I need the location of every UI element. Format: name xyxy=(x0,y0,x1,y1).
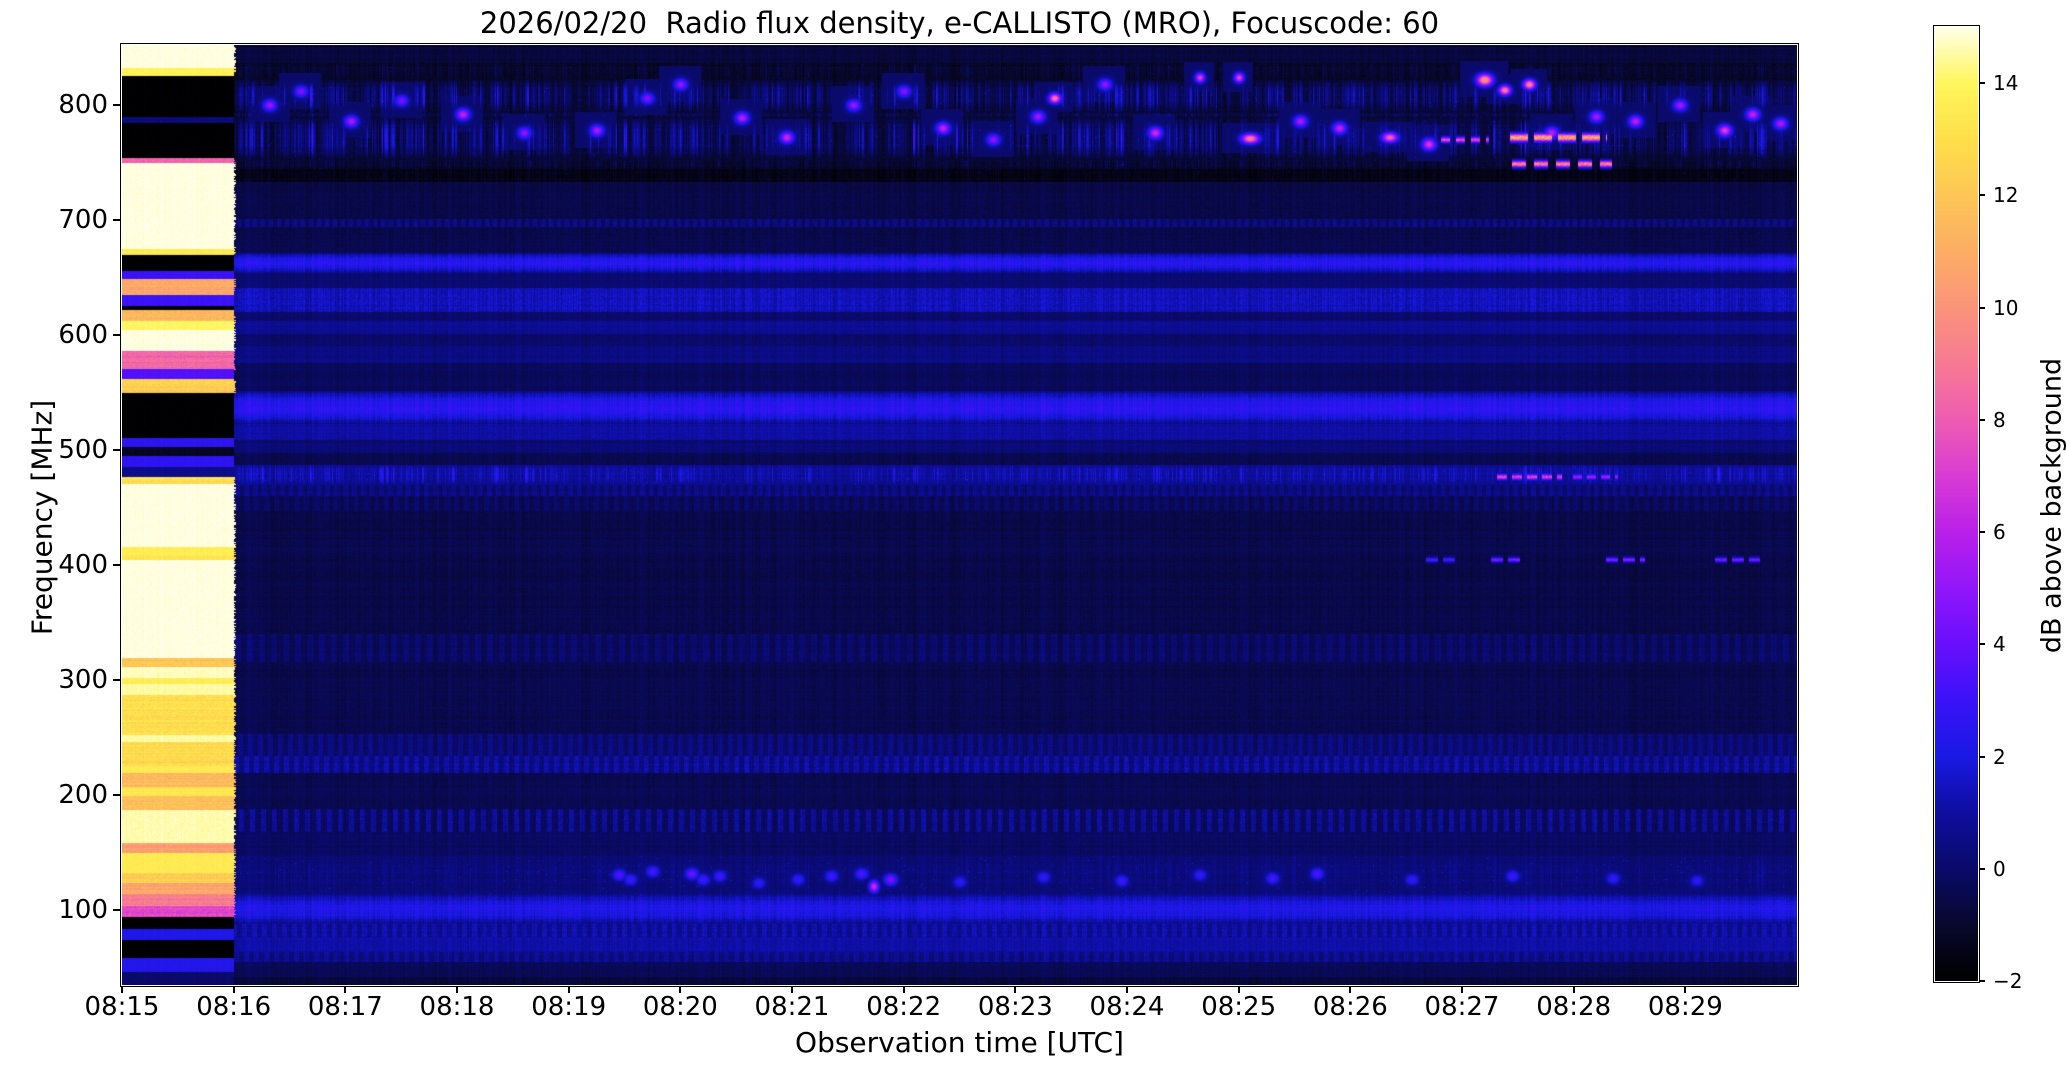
colorbar-tick-mark xyxy=(1979,194,1985,197)
x-axis-label: Observation time [UTC] xyxy=(795,1026,1124,1059)
x-tick-label: 08:27 xyxy=(1424,992,1500,1022)
y-tick-mark xyxy=(113,103,120,106)
colorbar-tick-mark xyxy=(1979,643,1985,646)
colorbar-tick-label: 14 xyxy=(1993,71,2019,96)
x-tick-label: 08:19 xyxy=(531,992,607,1022)
colorbar-tick-mark xyxy=(1979,418,1985,421)
spectrogram-canvas xyxy=(122,45,1797,985)
colorbar-tick-label: 6 xyxy=(1993,520,2006,545)
x-tick-label: 08:22 xyxy=(866,992,942,1022)
colorbar-tick-mark xyxy=(1979,867,1985,870)
y-tick-mark xyxy=(113,794,120,797)
y-tick-label: 700 xyxy=(58,204,108,235)
x-tick-label: 08:26 xyxy=(1312,992,1388,1022)
y-tick-label: 200 xyxy=(58,780,108,811)
x-tick-label: 08:20 xyxy=(642,992,718,1022)
colorbar-tick-mark xyxy=(1979,980,1985,982)
colorbar-tick-label: 10 xyxy=(1993,295,2019,320)
y-tick-label: 800 xyxy=(58,89,108,120)
x-tick-label: 08:29 xyxy=(1647,992,1723,1022)
x-tick-label: 08:15 xyxy=(84,992,160,1022)
colorbar-canvas xyxy=(1935,27,1978,981)
x-tick-label: 08:24 xyxy=(1089,992,1165,1022)
y-tick-mark xyxy=(113,218,120,221)
colorbar-tick-mark xyxy=(1979,531,1985,534)
colorbar-tick-mark xyxy=(1979,82,1985,85)
chart-title: 2026/02/20 Radio flux density, e-CALLIST… xyxy=(479,6,1440,40)
x-tick-label: 08:23 xyxy=(977,992,1053,1022)
x-tick-label: 08:16 xyxy=(196,992,272,1022)
y-axis-label: Frequency [MHz] xyxy=(25,399,59,636)
colorbar-tick-mark xyxy=(1979,306,1985,309)
x-tick-label: 08:17 xyxy=(307,992,383,1022)
x-tick-label: 08:25 xyxy=(1201,992,1277,1022)
colorbar-tick-label: 0 xyxy=(1993,856,2006,881)
y-tick-mark xyxy=(113,909,120,912)
colorbar-tick-label: 2 xyxy=(1993,744,2006,769)
y-tick-mark xyxy=(113,448,120,451)
y-tick-mark xyxy=(113,679,120,682)
y-tick-mark xyxy=(113,564,120,567)
y-tick-label: 100 xyxy=(58,895,108,926)
colorbar-tick-label: 12 xyxy=(1993,183,2019,208)
colorbar-tick-label: 4 xyxy=(1993,632,2006,657)
colorbar-tick-mark xyxy=(1979,755,1985,758)
x-tick-label: 08:28 xyxy=(1536,992,1612,1022)
colorbar-label: dB above background xyxy=(2036,357,2066,654)
colorbar-tick-label: 8 xyxy=(1993,407,2006,432)
figure: 2026/02/20 Radio flux density, e-CALLIST… xyxy=(0,0,2066,1067)
y-tick-mark xyxy=(113,333,120,336)
colorbar-tick-label: −2 xyxy=(1993,969,2023,993)
x-tick-label: 08:18 xyxy=(419,992,495,1022)
x-tick-label: 08:21 xyxy=(754,992,830,1022)
